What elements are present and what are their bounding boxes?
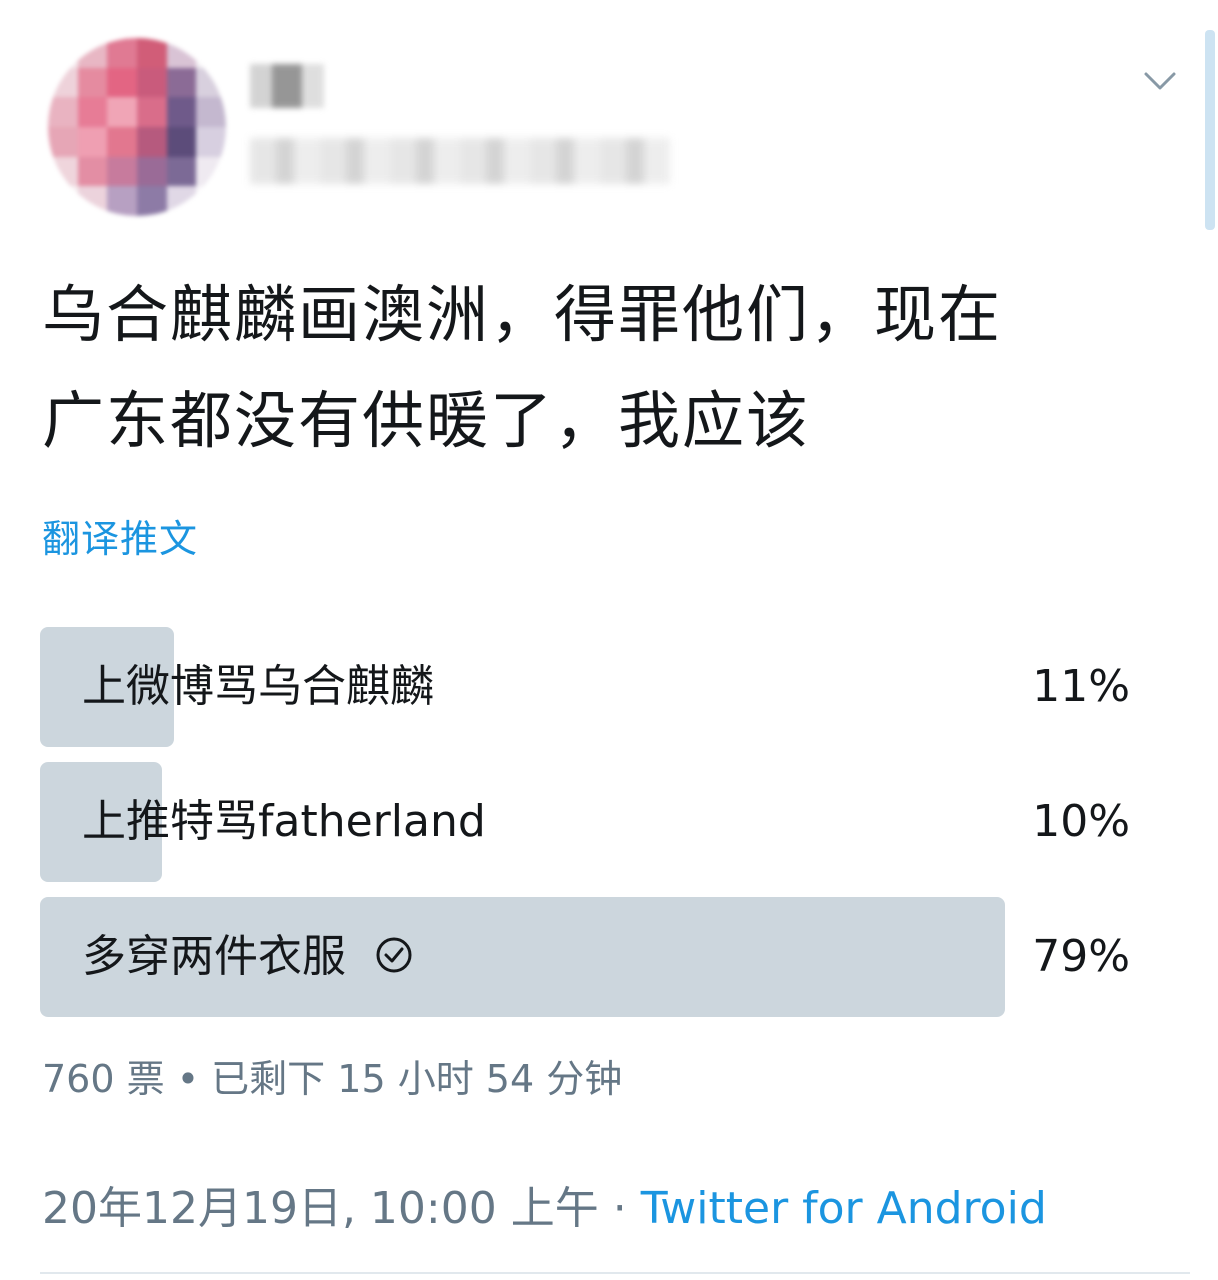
tweet-text-line-1: 乌合麒麟画澳洲，得罪他们，现在 bbox=[42, 278, 1003, 351]
chevron-down-icon[interactable] bbox=[1140, 60, 1180, 100]
tweet-text: 乌合麒麟画澳洲，得罪他们，现在 广东都没有供暖了，我应该 bbox=[42, 262, 1182, 474]
divider bbox=[40, 1272, 1190, 1274]
display-name-blurred[interactable] bbox=[250, 64, 324, 108]
tweet-datetime[interactable]: 20年12月19日, 10:00 上午 · bbox=[42, 1183, 641, 1234]
poll-option-percent: 10% bbox=[1032, 796, 1130, 847]
poll-option-2: 上推特骂fatherland 10% bbox=[40, 762, 1150, 882]
poll-option-percent: 79% bbox=[1032, 931, 1130, 982]
tweet-text-line-2: 广东都没有供暖了，我应该 bbox=[42, 384, 811, 457]
poll-option-3: 多穿两件衣服 79% bbox=[40, 897, 1150, 1017]
tweet-timestamp: 20年12月19日, 10:00 上午 · Twitter for Androi… bbox=[42, 1172, 1047, 1236]
tweet-source-link[interactable]: Twitter for Android bbox=[641, 1183, 1047, 1234]
tweet-detail: 乌合麒麟画澳洲，得罪他们，现在 广东都没有供暖了，我应该 翻译推文 上微博骂乌合… bbox=[0, 0, 1218, 1280]
poll-option-1: 上微博骂乌合麒麟 11% bbox=[40, 627, 1150, 747]
avatar[interactable] bbox=[48, 38, 226, 216]
username-blurred[interactable] bbox=[250, 138, 670, 184]
translate-tweet-link[interactable]: 翻译推文 bbox=[42, 508, 198, 563]
poll-option-percent: 11% bbox=[1032, 661, 1130, 712]
scrollbar[interactable] bbox=[1205, 30, 1215, 230]
poll-option-label-wrap: 多穿两件衣服 bbox=[82, 897, 414, 1017]
check-circle-icon bbox=[376, 937, 412, 973]
poll-option-label: 多穿两件衣服 bbox=[82, 931, 346, 982]
poll-option-label: 上推特骂fatherland bbox=[82, 796, 486, 847]
poll-option-label: 上微博骂乌合麒麟 bbox=[82, 661, 434, 712]
poll-meta: 760 票 • 已剩下 15 小时 54 分钟 bbox=[42, 1057, 623, 1101]
